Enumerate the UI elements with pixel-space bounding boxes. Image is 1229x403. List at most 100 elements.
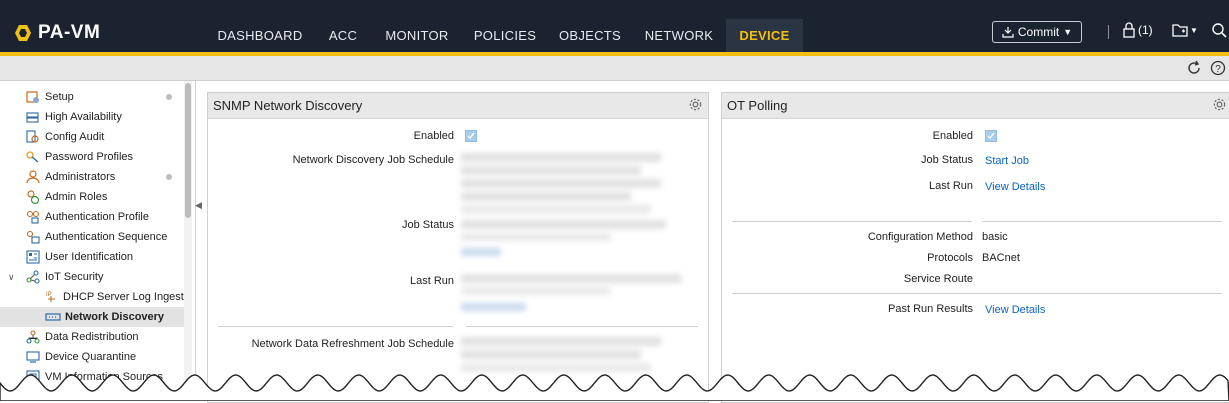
sidebar-item-iot-security[interactable]: ∨ IoT Security <box>8 267 190 287</box>
sidebar-item-device-quarantine[interactable]: Device Quarantine <box>25 347 207 367</box>
schedule-label: Network Discovery Job Schedule <box>292 154 454 166</box>
sidebar-item-label: Password Profiles <box>45 151 134 163</box>
divider <box>732 293 1222 294</box>
sidebar-item-label: User Identification <box>45 251 134 263</box>
svg-text:?: ? <box>1215 64 1221 75</box>
job-status-label: Job Status <box>402 219 454 231</box>
sidebar-item-network-discovery[interactable]: Network Discovery <box>0 307 184 327</box>
redacted-link[interactable] <box>461 303 526 311</box>
tab-dashboard[interactable]: DASHBOARD <box>214 19 306 52</box>
last-run-label: Last Run <box>928 180 973 192</box>
tab-acc[interactable]: ACC <box>322 19 364 52</box>
sidebar-item-password-profiles[interactable]: Password Profiles <box>25 147 207 167</box>
lock-count: (1) <box>1138 23 1153 37</box>
divider <box>982 221 1222 222</box>
sidebar-item-label: Network Discovery <box>65 311 165 323</box>
sidebar-item-label: Data Redistribution <box>45 331 139 343</box>
last-run-label: Last Run <box>409 275 454 287</box>
status-dot <box>166 174 172 180</box>
enabled-checkbox[interactable] <box>465 130 477 142</box>
redacted-value <box>461 233 611 241</box>
network-discovery-icon <box>45 309 61 325</box>
sidebar-item-label: IoT Security <box>45 271 104 283</box>
dhcp-server-log-icon: IP <box>45 289 59 305</box>
config-audit-icon <box>25 129 41 145</box>
tab-network[interactable]: NETWORK <box>640 19 718 52</box>
enabled-label: Enabled <box>413 130 454 142</box>
help-icon[interactable]: ? <box>1210 60 1226 76</box>
sidebar-item-label: Setup <box>45 91 74 103</box>
sidebar-item-admin-roles[interactable]: Admin Roles <box>25 187 207 207</box>
collapse-sidebar-icon[interactable]: ◀ <box>195 200 203 220</box>
protocols-value: BACnet <box>982 252 1020 264</box>
tab-device[interactable]: DEVICE <box>726 19 803 52</box>
tab-objects[interactable]: OBJECTS <box>556 19 624 52</box>
search-button[interactable] <box>1211 22 1227 38</box>
lock-icon <box>1123 22 1135 38</box>
sidebar-item-administrators[interactable]: Administrators <box>25 167 207 187</box>
gear-icon[interactable] <box>1212 97 1227 112</box>
search-icon <box>1212 23 1227 38</box>
last-run-view-details-link[interactable]: View Details <box>985 181 1045 193</box>
config-method-value: basic <box>982 231 1008 243</box>
logo: PA-VM <box>14 19 100 47</box>
sidebar-item-label: Admin Roles <box>45 191 108 203</box>
past-run-view-details-link[interactable]: View Details <box>985 304 1045 316</box>
sidebar-item-label: High Availability <box>45 111 122 123</box>
redacted-value <box>461 179 661 188</box>
redacted-value <box>461 205 651 214</box>
header-divider <box>1108 25 1109 39</box>
redacted-value <box>461 337 661 346</box>
redacted-value <box>461 166 641 175</box>
snmp-discovery-panel: SNMP Network Discovery Enabled Network D… <box>207 92 709 403</box>
panel-title: OT Polling <box>727 98 788 113</box>
sidebar-item-high-availability[interactable]: High Availability <box>25 107 207 127</box>
gear-icon[interactable] <box>688 97 703 112</box>
authentication-profile-icon <box>25 209 41 225</box>
chevron-down-icon[interactable]: ∨ <box>8 272 20 283</box>
tasks-button[interactable]: ▼ <box>1172 22 1198 38</box>
high-availability-icon <box>25 109 41 125</box>
sidebar-item-authentication-profile[interactable]: Authentication Profile <box>25 207 207 227</box>
admin-roles-icon <box>25 189 41 205</box>
device-sidebar: Setup High Availability Config Audit Pas… <box>0 81 196 401</box>
sidebar-item-data-redistribution[interactable]: Data Redistribution <box>25 327 207 347</box>
start-job-link[interactable]: Start Job <box>985 155 1029 167</box>
sidebar-item-label: DHCP Server Log Ingest <box>63 291 184 303</box>
redacted-value <box>461 153 661 162</box>
past-run-results-label: Past Run Results <box>888 303 973 315</box>
sidebar-item-label: Config Audit <box>45 131 105 143</box>
redacted-value <box>461 192 631 201</box>
panel-header: SNMP Network Discovery <box>208 93 708 119</box>
enabled-checkbox[interactable] <box>985 130 997 142</box>
commit-button[interactable]: Commit ▼ <box>992 21 1082 43</box>
enabled-label: Enabled <box>932 130 973 142</box>
commit-label: Commit <box>1017 25 1060 39</box>
logo-mark-icon <box>15 25 31 41</box>
sidebar-item-authentication-sequence[interactable]: Authentication Sequence <box>25 227 207 247</box>
redacted-value <box>461 220 666 229</box>
sidebar-item-config-audit[interactable]: Config Audit <box>25 127 207 147</box>
tab-monitor[interactable]: MONITOR <box>380 19 454 52</box>
job-status-label: Job Status <box>921 154 973 166</box>
sidebar-item-dhcp-server-log-ingest[interactable]: IP DHCP Server Log Ingest <box>45 287 184 307</box>
sidebar-scrollbar-thumb[interactable] <box>185 83 191 218</box>
logo-text: PA-VM <box>38 22 101 43</box>
sidebar-item-setup[interactable]: Setup <box>25 87 207 107</box>
refresh-schedule-label: Network Data Refreshment Job Schedule <box>251 338 454 350</box>
sidebar-item-user-identification[interactable]: User Identification <box>25 247 207 267</box>
config-method-label: Configuration Method <box>867 231 973 243</box>
redacted-value <box>461 274 681 283</box>
redacted-value <box>461 287 611 295</box>
refresh-icon[interactable] <box>1186 60 1202 76</box>
authentication-sequence-icon <box>25 229 41 245</box>
tab-policies[interactable]: POLICIES <box>470 19 540 52</box>
device-quarantine-icon <box>25 349 41 365</box>
panel-header: OT Polling <box>722 93 1229 119</box>
redacted-link[interactable] <box>461 248 501 256</box>
torn-edge <box>0 374 1229 401</box>
iot-security-icon <box>25 269 41 285</box>
divider <box>466 326 698 327</box>
protocols-label: Protocols <box>927 252 973 264</box>
config-lock-button[interactable]: (1) <box>1122 22 1153 38</box>
